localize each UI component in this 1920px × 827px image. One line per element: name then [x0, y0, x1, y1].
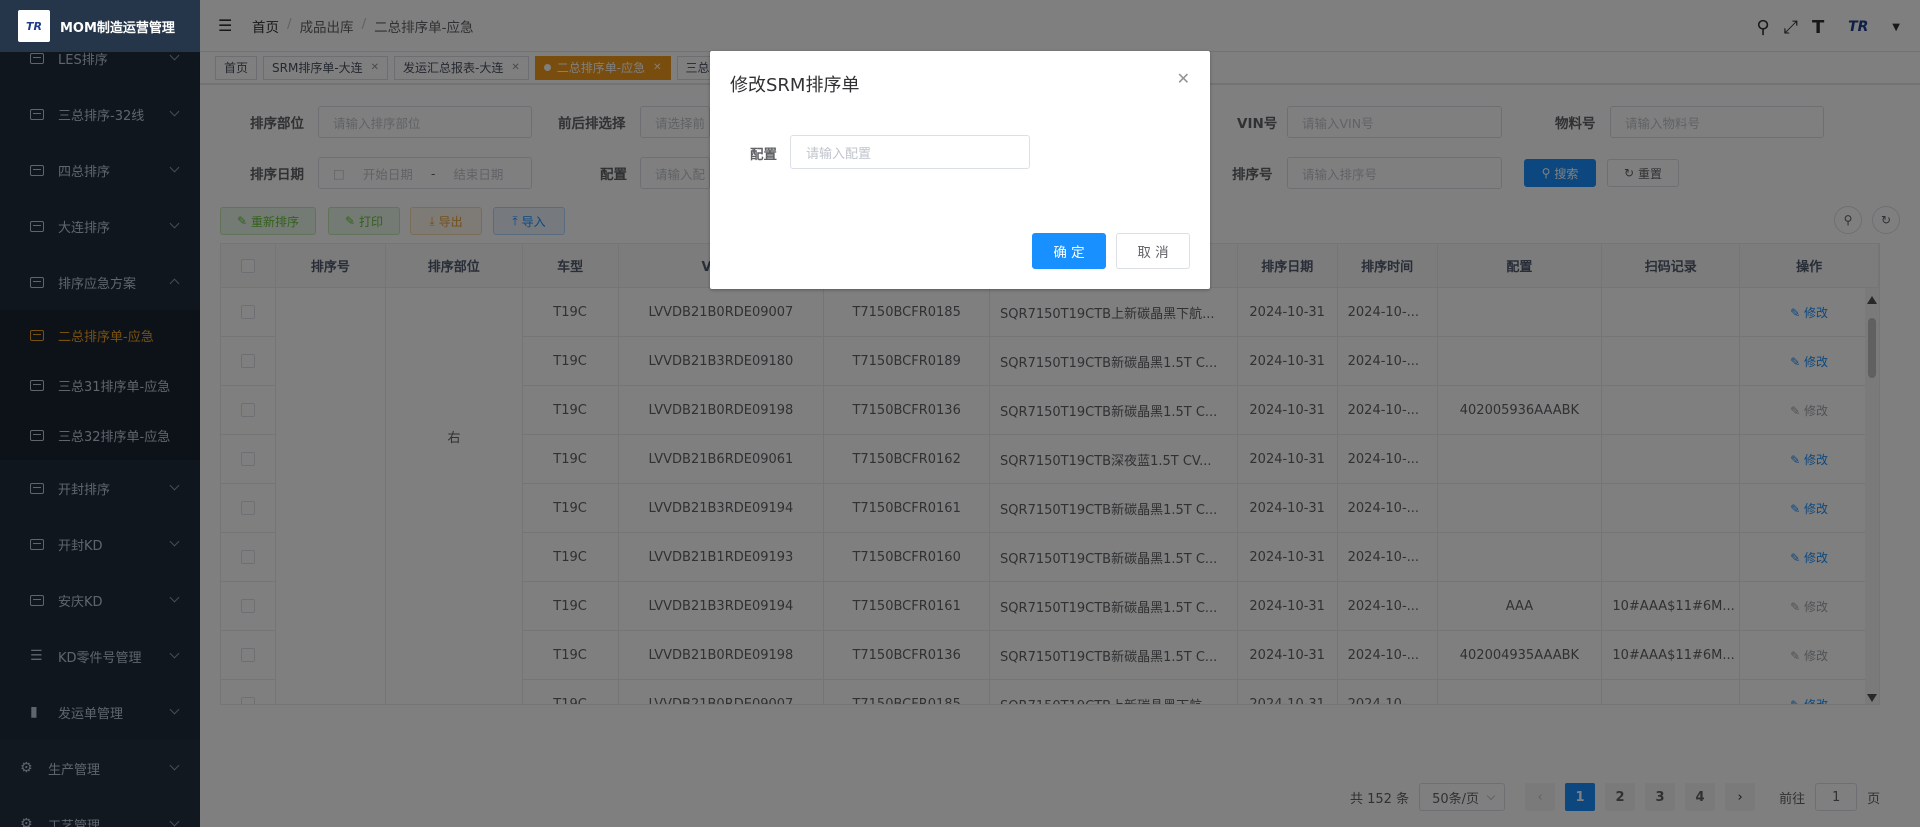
edit-srm-dialog: 修改SRM排序单 ✕ 配置 请输入配置 确 定 取 消: [710, 51, 1210, 289]
app-logo: TR: [18, 10, 50, 42]
confirm-button[interactable]: 确 定: [1032, 233, 1106, 269]
dialog-title: 修改SRM排序单: [730, 75, 860, 96]
dialog-config-label: 配置: [750, 147, 777, 163]
app-title: MOM制造运营管理: [60, 20, 175, 36]
logo-bar: TR MOM制造运营管理: [0, 0, 200, 52]
dialog-config-input[interactable]: 请输入配置: [790, 135, 1030, 169]
cancel-button[interactable]: 取 消: [1116, 233, 1190, 269]
close-icon[interactable]: ✕: [1177, 69, 1190, 88]
